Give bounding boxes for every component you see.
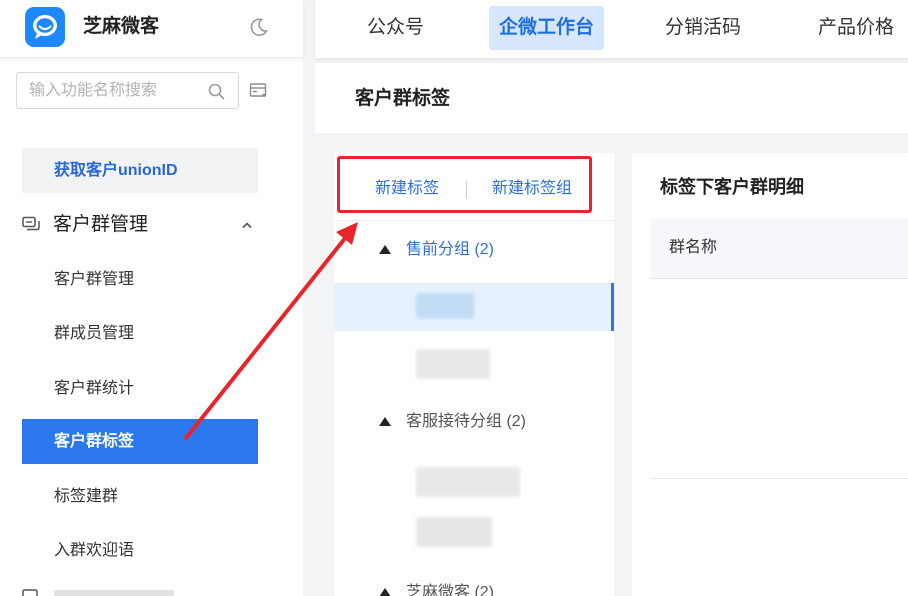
search-icon[interactable] [208, 83, 225, 100]
tab-official-account[interactable]: 公众号 [357, 6, 434, 50]
tag-group-label: 客服接待分组 (2) [406, 413, 527, 430]
redacted-tag-name [416, 467, 520, 497]
tab-wecom-workbench[interactable]: 企微工作台 [489, 6, 605, 50]
brand-name: 芝麻微客 [83, 16, 160, 37]
detail-panel: 标签下客户群明细 群名称 [632, 153, 908, 596]
tag-panel: 新建标签 新建标签组 售前分组 (2) 客服接待分组 (2) 芝麻微客 (2) [334, 153, 614, 596]
tag-group-presales[interactable]: 售前分组 (2) [334, 235, 614, 265]
sidebar-item-group-management[interactable]: 客户群管理 [22, 257, 258, 302]
sidebar-item-group-tags[interactable]: 客户群标签 [22, 419, 258, 464]
tag-item[interactable] [334, 455, 614, 503]
top-nav: 公众号 企微工作台 分销活码 产品价格 [315, 0, 908, 58]
detail-title: 标签下客户群明细 [660, 177, 804, 197]
search-box [16, 72, 239, 109]
triangle-up-icon[interactable] [379, 245, 391, 254]
tag-group-zhima[interactable]: 芝麻微客 (2) [334, 578, 614, 596]
column-header-group-name[interactable]: 群名称 [669, 237, 717, 259]
tag-group-customer-service[interactable]: 客服接待分组 (2) [334, 407, 614, 437]
sidebar-item-group-statistics[interactable]: 客户群统计 [22, 366, 258, 411]
page-title: 客户群标签 [355, 88, 451, 109]
tag-item[interactable] [334, 509, 614, 557]
triangle-up-icon[interactable] [379, 588, 391, 596]
menu-group-title: 客户群管理 [53, 214, 149, 235]
app-logo[interactable] [25, 7, 65, 47]
tab-distribution-code[interactable]: 分销活码 [655, 6, 751, 50]
menu-group-label-cropped [54, 590, 174, 596]
redacted-tag-name [416, 349, 490, 379]
menu-group-next-partial[interactable] [22, 586, 222, 596]
table-divider [651, 478, 908, 479]
page-header: 客户群标签 [315, 63, 908, 133]
menu-item-get-unionid[interactable]: 获取客户unionID [22, 148, 258, 193]
group-chat-icon [22, 216, 40, 231]
sidebar-item-member-management[interactable]: 群成员管理 [22, 311, 258, 356]
triangle-up-icon[interactable] [379, 417, 391, 426]
sidebar-item-welcome-message[interactable]: 入群欢迎语 [22, 528, 258, 573]
tag-group-label: 芝麻微客 (2) [406, 584, 495, 596]
panel-divider [334, 220, 614, 221]
moon-icon[interactable] [248, 16, 270, 38]
menu-group-customer-groups[interactable]: 客户群管理 [0, 202, 303, 247]
menu-group-icon [22, 589, 38, 596]
search-input[interactable] [29, 79, 199, 103]
annotation-highlight-box [337, 156, 592, 213]
brand-header: 芝麻微客 [0, 0, 303, 58]
shortcut-icon[interactable] [249, 81, 269, 101]
tag-item[interactable] [334, 283, 614, 331]
sidebar: 芝麻微客 获取客户unionID 客户群管理 客户群管理 群成员管理 客户群统计… [0, 0, 303, 596]
sidebar-item-tag-group-create[interactable]: 标签建群 [22, 474, 258, 519]
redacted-tag-name [416, 517, 492, 547]
table-header: 群名称 [651, 218, 908, 279]
tab-product-pricing[interactable]: 产品价格 [808, 6, 904, 50]
tag-group-label: 售前分组 (2) [406, 241, 495, 258]
chevron-up-icon[interactable] [241, 221, 253, 229]
tag-item[interactable] [334, 339, 614, 387]
redacted-tag-name [416, 293, 474, 319]
